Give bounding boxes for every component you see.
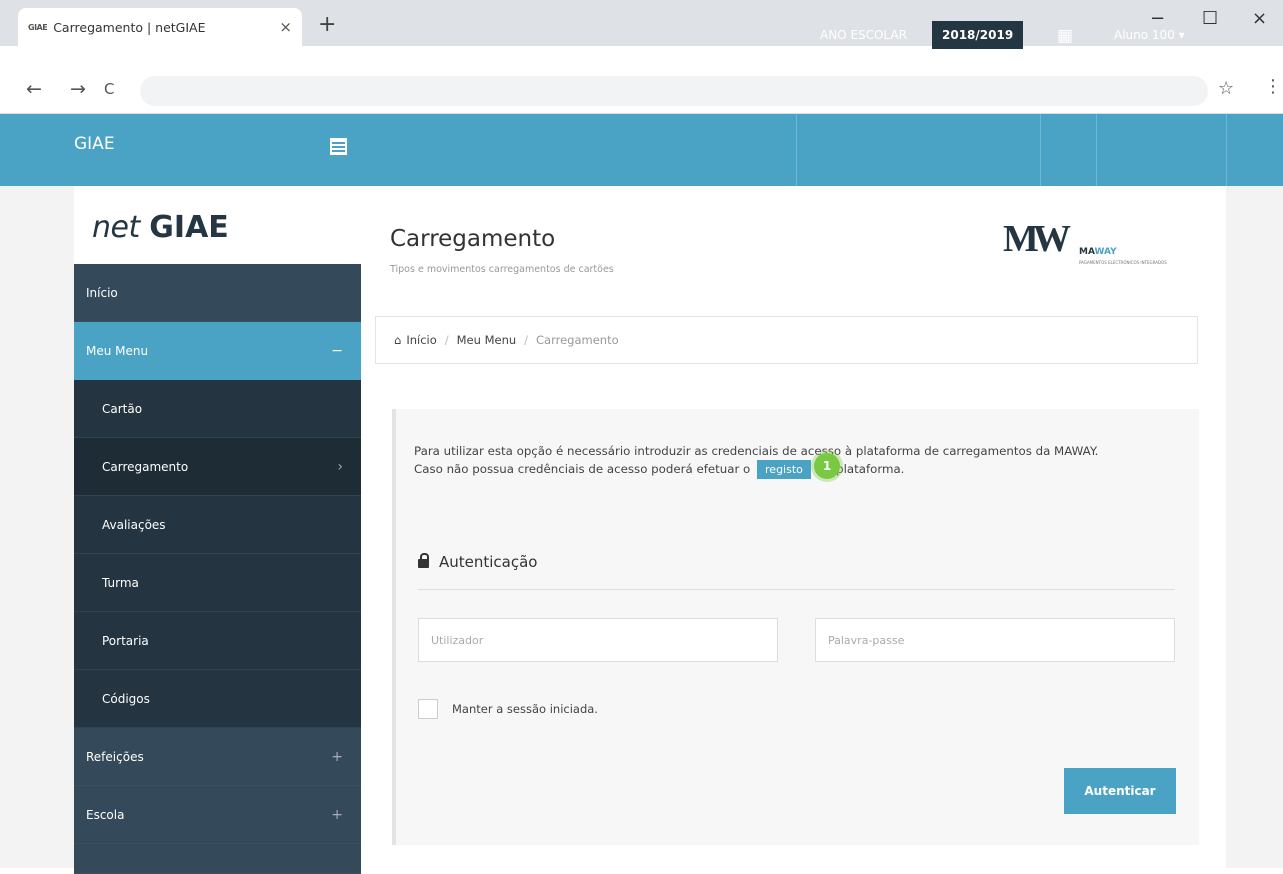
sidebar-item-turma[interactable]: Turma [74, 554, 361, 612]
school-year-label: ANO ESCOLAR [820, 28, 907, 42]
breadcrumb-home[interactable]: Início [406, 333, 436, 347]
maximize-icon[interactable]: ☐ [1202, 8, 1218, 29]
address-bar[interactable] [140, 76, 1208, 106]
app-header: GIAE [0, 114, 1283, 186]
expand-icon: + [331, 806, 343, 823]
new-tab-icon[interactable]: + [318, 12, 336, 37]
browser-menu-icon[interactable]: ⋮ [1264, 76, 1282, 97]
collapse-icon: − [331, 343, 343, 359]
expand-icon: + [331, 748, 343, 765]
back-icon[interactable]: ← [26, 78, 42, 100]
bookmark-star-icon[interactable]: ☆ [1218, 78, 1234, 99]
tab-close-icon[interactable]: × [279, 18, 292, 36]
tab-title: Carregamento | netGIAE [53, 19, 206, 35]
maway-logo: MW MAWAY PAGAMENTOS ELECTRÓNICOS INTEGRA… [1003, 218, 1167, 265]
browser-tab-bar: GIAE Carregamento | netGIAE × + − ☐ × [0, 0, 1283, 46]
chevron-right-icon: › [337, 458, 343, 475]
menu-toggle-icon[interactable] [330, 138, 347, 155]
page-title: Carregamento [390, 226, 556, 252]
sidebar-item-inicio[interactable]: Início [74, 264, 361, 322]
registo-link[interactable]: registo [757, 460, 811, 479]
sidebar-item-escola[interactable]: Escola + [74, 786, 361, 844]
reload-icon[interactable]: C [104, 80, 114, 98]
sidebar-item-codigos[interactable]: Códigos [74, 670, 361, 728]
browser-tab[interactable]: GIAE Carregamento | netGIAE × [18, 8, 302, 46]
sidebar-item-carregamento[interactable]: Carregamento › [74, 438, 361, 496]
minimize-icon[interactable]: − [1150, 8, 1165, 29]
apps-grid-icon[interactable]: ▦ [1057, 26, 1073, 46]
netgiae-logo: net GIAE [92, 210, 229, 245]
maway-mark: MW [1003, 218, 1071, 260]
breadcrumb: ⌂ Início / Meu Menu / Carregamento [375, 316, 1198, 364]
remember-checkbox[interactable] [418, 699, 438, 719]
sidebar-menu: Início Meu Menu − Cartão Carregamento › Av… [74, 264, 361, 874]
username-input[interactable] [418, 618, 778, 662]
home-icon: ⌂ [394, 333, 402, 347]
auth-heading: Autenticação [418, 553, 538, 571]
sidebar-item-meu-menu[interactable]: Meu Menu − [74, 322, 361, 380]
authenticate-button[interactable]: Autenticar [1064, 768, 1176, 814]
sidebar-item-refeicoes[interactable]: Refeições + [74, 728, 361, 786]
sidebar-item-portaria[interactable]: Portaria [74, 612, 361, 670]
forward-icon[interactable]: → [70, 78, 86, 100]
sidebar-item-more[interactable] [74, 844, 361, 874]
user-menu[interactable]: Aluno 100 ▾ [1114, 28, 1185, 42]
school-year-badge[interactable]: 2018/2019 [932, 21, 1024, 49]
step-badge: 1 [814, 453, 840, 479]
sidebar-item-cartao[interactable]: Cartão [74, 380, 361, 438]
window-close-icon[interactable]: × [1252, 8, 1267, 29]
favicon-icon: GIAE [28, 22, 48, 32]
page-subtitle: Tipos e movimentos carregamentos de cart… [390, 264, 614, 275]
sidebar-item-avaliacoes[interactable]: Avaliações [74, 496, 361, 554]
info-text: Para utilizar esta opção é necessário in… [414, 443, 1174, 479]
app-brand[interactable]: GIAE [74, 134, 115, 154]
remember-label[interactable]: Manter a sessão iniciada. [452, 702, 598, 716]
password-input[interactable] [815, 618, 1175, 662]
breadcrumb-current: Carregamento [536, 333, 619, 347]
breadcrumb-menu[interactable]: Meu Menu [457, 333, 517, 347]
lock-icon [418, 553, 429, 568]
